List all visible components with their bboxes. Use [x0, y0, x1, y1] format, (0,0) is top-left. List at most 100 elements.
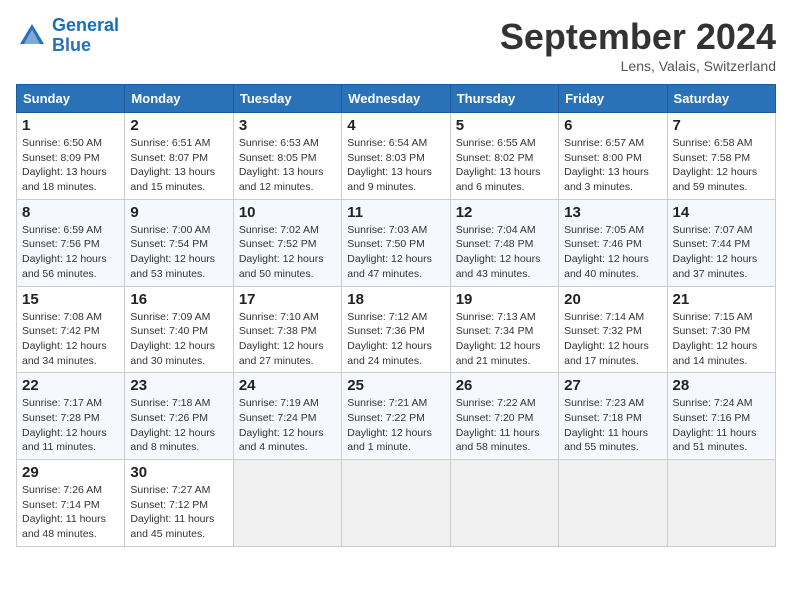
calendar-day-21: 21 Sunrise: 7:15 AMSunset: 7:30 PMDayligh…	[667, 286, 775, 373]
day-info: Sunrise: 7:13 AMSunset: 7:34 PMDaylight:…	[456, 310, 553, 369]
day-number: 11	[347, 204, 444, 221]
day-number: 28	[673, 377, 770, 394]
calendar-day-17: 17 Sunrise: 7:10 AMSunset: 7:38 PMDayligh…	[233, 286, 341, 373]
day-number: 9	[130, 204, 227, 221]
day-number: 17	[239, 291, 336, 308]
day-number: 13	[564, 204, 661, 221]
calendar-day-26: 26 Sunrise: 7:22 AMSunset: 7:20 PMDayligh…	[450, 373, 558, 460]
day-info: Sunrise: 7:24 AMSunset: 7:16 PMDaylight:…	[673, 396, 770, 455]
day-info: Sunrise: 7:02 AMSunset: 7:52 PMDaylight:…	[239, 223, 336, 282]
day-number: 2	[130, 117, 227, 134]
day-number: 23	[130, 377, 227, 394]
day-number: 29	[22, 464, 119, 481]
day-info: Sunrise: 7:12 AMSunset: 7:36 PMDaylight:…	[347, 310, 444, 369]
day-info: Sunrise: 7:18 AMSunset: 7:26 PMDaylight:…	[130, 396, 227, 455]
calendar-day-14: 14 Sunrise: 7:07 AMSunset: 7:44 PMDayligh…	[667, 199, 775, 286]
calendar-day-27: 27Sunrise: 7:23 AMSunset: 7:18 PMDayligh…	[559, 373, 667, 460]
empty-cell	[559, 460, 667, 547]
day-number: 22	[22, 377, 119, 394]
page-header: General Blue September 2024 Lens, Valais…	[16, 16, 776, 74]
header-friday: Friday	[559, 85, 667, 113]
day-number: 26	[456, 377, 553, 394]
calendar-day-15: 15Sunrise: 7:08 AMSunset: 7:42 PMDayligh…	[17, 286, 125, 373]
day-number: 1	[22, 117, 119, 134]
day-number: 19	[456, 291, 553, 308]
calendar-day-11: 11 Sunrise: 7:03 AMSunset: 7:50 PMDayligh…	[342, 199, 450, 286]
day-info: Sunrise: 6:50 AMSunset: 8:09 PMDaylight:…	[22, 136, 119, 195]
day-info: Sunrise: 7:14 AMSunset: 7:32 PMDaylight:…	[564, 310, 661, 369]
calendar-header-row: SundayMondayTuesdayWednesdayThursdayFrid…	[17, 85, 776, 113]
day-info: Sunrise: 6:51 AMSunset: 8:07 PMDaylight:…	[130, 136, 227, 195]
logo-icon	[16, 20, 48, 52]
day-info: Sunrise: 6:59 AMSunset: 7:56 PMDaylight:…	[22, 223, 119, 282]
calendar-day-19: 19 Sunrise: 7:13 AMSunset: 7:34 PMDayligh…	[450, 286, 558, 373]
day-number: 4	[347, 117, 444, 134]
day-info: Sunrise: 7:22 AMSunset: 7:20 PMDaylight:…	[456, 396, 553, 455]
day-number: 18	[347, 291, 444, 308]
calendar-day-23: 23 Sunrise: 7:18 AMSunset: 7:26 PMDayligh…	[125, 373, 233, 460]
day-number: 27	[564, 377, 661, 394]
logo-line2: Blue	[52, 35, 91, 55]
calendar-day-4: 4 Sunrise: 6:54 AMSunset: 8:03 PMDaylight…	[342, 113, 450, 200]
day-info: Sunrise: 7:17 AMSunset: 7:28 PMDaylight:…	[22, 396, 119, 455]
calendar-week-4: 22 Sunrise: 7:17 AMSunset: 7:28 PMDayligh…	[17, 373, 776, 460]
day-info: Sunrise: 7:07 AMSunset: 7:44 PMDaylight:…	[673, 223, 770, 282]
day-number: 8	[22, 204, 119, 221]
calendar-day-2: 2 Sunrise: 6:51 AMSunset: 8:07 PMDaylight…	[125, 113, 233, 200]
day-number: 20	[564, 291, 661, 308]
calendar-week-1: 1 Sunrise: 6:50 AMSunset: 8:09 PMDaylight…	[17, 113, 776, 200]
calendar-day-25: 25 Sunrise: 7:21 AMSunset: 7:22 PMDayligh…	[342, 373, 450, 460]
empty-cell	[233, 460, 341, 547]
calendar-table: SundayMondayTuesdayWednesdayThursdayFrid…	[16, 84, 776, 547]
day-number: 16	[130, 291, 227, 308]
day-info: Sunrise: 7:00 AMSunset: 7:54 PMDaylight:…	[130, 223, 227, 282]
empty-cell	[342, 460, 450, 547]
empty-cell	[450, 460, 558, 547]
logo-line1: General	[52, 15, 119, 35]
logo-text: General Blue	[52, 16, 119, 56]
calendar-day-8: 8 Sunrise: 6:59 AMSunset: 7:56 PMDaylight…	[17, 199, 125, 286]
calendar-day-3: 3Sunrise: 6:53 AMSunset: 8:05 PMDaylight…	[233, 113, 341, 200]
day-info: Sunrise: 7:05 AMSunset: 7:46 PMDaylight:…	[564, 223, 661, 282]
day-number: 14	[673, 204, 770, 221]
day-info: Sunrise: 7:04 AMSunset: 7:48 PMDaylight:…	[456, 223, 553, 282]
month-title: September 2024	[500, 16, 776, 58]
empty-cell	[667, 460, 775, 547]
logo: General Blue	[16, 16, 119, 56]
calendar-day-1: 1 Sunrise: 6:50 AMSunset: 8:09 PMDaylight…	[17, 113, 125, 200]
calendar-day-24: 24Sunrise: 7:19 AMSunset: 7:24 PMDayligh…	[233, 373, 341, 460]
day-number: 25	[347, 377, 444, 394]
day-number: 5	[456, 117, 553, 134]
day-info: Sunrise: 7:08 AMSunset: 7:42 PMDaylight:…	[22, 310, 119, 369]
header-thursday: Thursday	[450, 85, 558, 113]
calendar-week-5: 29 Sunrise: 7:26 AMSunset: 7:14 PMDayligh…	[17, 460, 776, 547]
calendar-day-6: 6 Sunrise: 6:57 AMSunset: 8:00 PMDaylight…	[559, 113, 667, 200]
calendar-day-5: 5Sunrise: 6:55 AMSunset: 8:02 PMDaylight…	[450, 113, 558, 200]
day-info: Sunrise: 7:10 AMSunset: 7:38 PMDaylight:…	[239, 310, 336, 369]
title-block: September 2024 Lens, Valais, Switzerland	[500, 16, 776, 74]
day-info: Sunrise: 7:27 AMSunset: 7:12 PMDaylight:…	[130, 483, 227, 542]
calendar-day-9: 9 Sunrise: 7:00 AMSunset: 7:54 PMDaylight…	[125, 199, 233, 286]
calendar-day-13: 13 Sunrise: 7:05 AMSunset: 7:46 PMDayligh…	[559, 199, 667, 286]
day-info: Sunrise: 7:09 AMSunset: 7:40 PMDaylight:…	[130, 310, 227, 369]
calendar-day-20: 20 Sunrise: 7:14 AMSunset: 7:32 PMDayligh…	[559, 286, 667, 373]
day-info: Sunrise: 6:57 AMSunset: 8:00 PMDaylight:…	[564, 136, 661, 195]
day-info: Sunrise: 7:15 AMSunset: 7:30 PMDaylight:…	[673, 310, 770, 369]
calendar-day-12: 12 Sunrise: 7:04 AMSunset: 7:48 PMDayligh…	[450, 199, 558, 286]
day-info: Sunrise: 7:03 AMSunset: 7:50 PMDaylight:…	[347, 223, 444, 282]
day-number: 6	[564, 117, 661, 134]
day-number: 7	[673, 117, 770, 134]
header-sunday: Sunday	[17, 85, 125, 113]
day-number: 3	[239, 117, 336, 134]
header-monday: Monday	[125, 85, 233, 113]
calendar-day-22: 22 Sunrise: 7:17 AMSunset: 7:28 PMDayligh…	[17, 373, 125, 460]
day-info: Sunrise: 6:54 AMSunset: 8:03 PMDaylight:…	[347, 136, 444, 195]
header-tuesday: Tuesday	[233, 85, 341, 113]
calendar-day-29: 29 Sunrise: 7:26 AMSunset: 7:14 PMDayligh…	[17, 460, 125, 547]
day-info: Sunrise: 7:21 AMSunset: 7:22 PMDaylight:…	[347, 396, 444, 455]
day-number: 10	[239, 204, 336, 221]
day-number: 12	[456, 204, 553, 221]
day-info: Sunrise: 7:26 AMSunset: 7:14 PMDaylight:…	[22, 483, 119, 542]
day-number: 21	[673, 291, 770, 308]
calendar-day-16: 16 Sunrise: 7:09 AMSunset: 7:40 PMDayligh…	[125, 286, 233, 373]
